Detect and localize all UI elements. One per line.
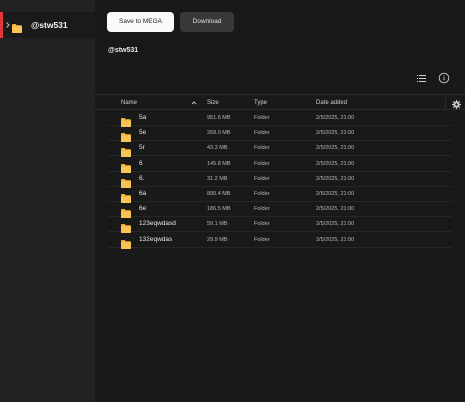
column-divider [445, 95, 446, 110]
folder-icon [121, 144, 131, 158]
date-added: 2/5/2025, 21:00 [316, 115, 355, 121]
table-row[interactable]: 123eqwdasd 59.1 MB Folder 2/5/2025, 21:00 [108, 217, 452, 234]
file-name[interactable]: 6e [139, 204, 146, 214]
date-added: 2/5/2025, 21:00 [316, 145, 355, 152]
folder-icon [121, 160, 131, 173]
file-size: 951.6 MB [207, 115, 231, 121]
column-header-name[interactable]: Name [121, 98, 137, 108]
file-size: 43.3 MB [207, 145, 228, 152]
date-added: 2/5/2025, 21:00 [316, 191, 355, 197]
gear-icon[interactable] [451, 97, 462, 109]
table-row[interactable]: 5r 43.3 MB Folder 2/5/2025, 21:00 [108, 141, 452, 158]
folder-icon [121, 236, 131, 249]
file-type: Folder [254, 115, 270, 121]
file-size: 31.2 MB [207, 175, 228, 182]
table-row[interactable]: 132eqwdas 29.9 MB Folder 2/5/2025, 21:00 [108, 233, 452, 249]
file-name[interactable]: 132eqwdas [139, 235, 172, 245]
file-name[interactable]: 6a [139, 189, 146, 199]
file-type: Folder [254, 206, 270, 213]
date-added: 2/5/2025, 21:00 [316, 221, 355, 228]
file-type: Folder [254, 236, 270, 243]
sidebar-item-stw531[interactable]: @stw531 [0, 12, 95, 38]
table-header: Name Size Type Date added [95, 94, 465, 110]
folder-icon [121, 114, 131, 127]
file-type: Folder [254, 221, 270, 228]
column-header-type[interactable]: Type [254, 98, 267, 108]
file-size: 145.8 MB [207, 160, 231, 167]
file-name[interactable]: 6. [139, 174, 144, 184]
file-size: 59.1 MB [207, 221, 228, 228]
file-size: 29.9 MB [207, 236, 228, 243]
column-header-date[interactable]: Date added [316, 98, 347, 108]
date-added: 2/5/2025, 21:00 [316, 206, 355, 213]
sidebar-item-label: @stw531 [31, 20, 68, 30]
table-row[interactable]: 5e 268.0 MB Folder 2/5/2025, 21:00 [108, 126, 452, 143]
file-name[interactable]: 5e [139, 128, 146, 138]
table-row[interactable]: 6. 31.2 MB Folder 2/5/2025, 21:00 [108, 172, 452, 188]
table-row[interactable]: 6e 186.5 MB Folder 2/5/2025, 21:00 [108, 202, 452, 219]
date-added: 2/5/2025, 21:00 [316, 175, 355, 182]
file-name[interactable]: 123eqwdasd [139, 219, 176, 229]
chevron-right-icon[interactable] [5, 18, 11, 32]
info-icon[interactable] [438, 71, 450, 84]
date-added: 2/5/2025, 21:00 [316, 130, 355, 137]
file-type: Folder [254, 175, 270, 182]
table-row[interactable]: 6a 890.4 MB Folder 2/5/2025, 21:00 [108, 187, 452, 203]
folder-icon [121, 190, 131, 203]
download-button[interactable]: Download [180, 12, 234, 32]
sidebar: @stw531 [0, 0, 95, 402]
file-size: 890.4 MB [207, 191, 231, 197]
folder-icon [121, 220, 131, 234]
save-to-mega-button[interactable]: Save to MEGA [107, 12, 174, 32]
folder-icon [121, 205, 131, 219]
list-view-icon[interactable] [416, 71, 427, 82]
file-type: Folder [254, 191, 270, 197]
file-name[interactable]: 5a [139, 113, 146, 123]
date-added: 2/5/2025, 21:00 [316, 160, 355, 167]
page-title: @stw531 [108, 47, 139, 54]
sidebar-active-indicator [0, 12, 3, 38]
table-row[interactable]: 6 145.8 MB Folder 2/5/2025, 21:00 [108, 157, 452, 173]
file-size: 186.5 MB [207, 206, 231, 213]
date-added: 2/5/2025, 21:00 [316, 236, 355, 243]
file-type: Folder [254, 145, 270, 152]
chevron-up-icon[interactable] [191, 98, 197, 112]
table-row[interactable]: 5a 951.6 MB Folder 2/5/2025, 21:00 [108, 111, 452, 127]
folder-icon [121, 175, 131, 188]
folder-icon [12, 20, 22, 33]
file-name[interactable]: 5r [139, 143, 145, 153]
file-name[interactable]: 6 [139, 159, 143, 169]
folder-icon [121, 129, 131, 143]
column-header-size[interactable]: Size [207, 98, 219, 108]
file-type: Folder [254, 130, 270, 137]
file-type: Folder [254, 160, 270, 167]
file-size: 268.0 MB [207, 130, 231, 137]
